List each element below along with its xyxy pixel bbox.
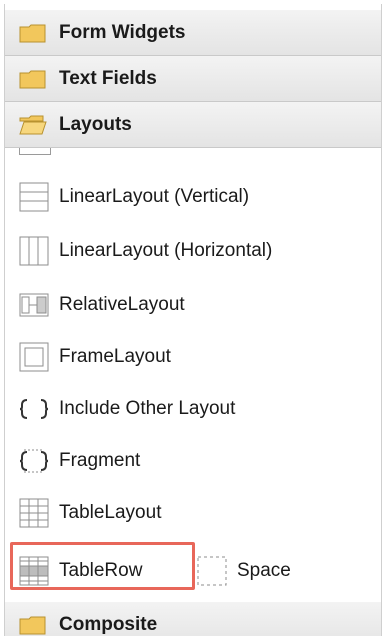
item-label: Include Other Layout [59,398,236,419]
table-layout-icon [19,498,49,528]
relative-layout-icon [19,293,49,317]
item-relative-layout[interactable]: RelativeLayout [5,282,185,328]
category-composite[interactable]: Composite [5,602,381,636]
item-frame-layout[interactable]: FrameLayout [5,334,171,380]
include-layout-icon [19,399,49,419]
category-label: Composite [59,613,158,635]
item-space[interactable]: Space [183,548,291,594]
item-linear-layout-horizontal[interactable]: LinearLayout (Horizontal) [5,228,272,274]
folder-icon [19,616,46,634]
item-label: LinearLayout (Horizontal) [59,240,273,261]
item-label: Space [237,560,291,581]
table-row-icon [19,556,49,586]
item-label: FrameLayout [59,346,171,367]
category-label: Text Fields [59,67,157,89]
item-table-row[interactable]: TableRow [5,548,142,594]
palette-panel: Form Widgets Text Fields Layouts LinearL… [4,4,382,636]
category-layouts[interactable]: Layouts [5,102,381,148]
item-table-layout[interactable]: TableLayout [5,490,161,536]
linear-layout-vertical-icon [19,182,49,212]
item-linear-layout-vertical[interactable]: LinearLayout (Vertical) [5,174,249,220]
item-include-other-layout[interactable]: Include Other Layout [5,386,235,432]
category-form-widgets[interactable]: Form Widgets [5,10,381,56]
linear-layout-horizontal-icon [19,236,49,266]
item-label: RelativeLayout [59,294,185,315]
category-label: Form Widgets [59,21,186,43]
folder-icon [19,70,46,88]
fragment-icon [19,449,49,473]
item-label: TableLayout [59,502,162,523]
category-text-fields[interactable]: Text Fields [5,56,381,102]
item-label: Fragment [59,450,141,471]
space-icon [197,556,227,586]
folder-open-icon [19,115,47,134]
item-label: LinearLayout (Vertical) [59,186,250,207]
folder-icon [19,24,46,42]
frame-layout-icon [19,342,49,372]
item-label: TableRow [59,560,143,581]
category-label: Layouts [59,113,132,135]
partial-layout-icon [19,148,51,155]
item-fragment[interactable]: Fragment [5,438,140,484]
